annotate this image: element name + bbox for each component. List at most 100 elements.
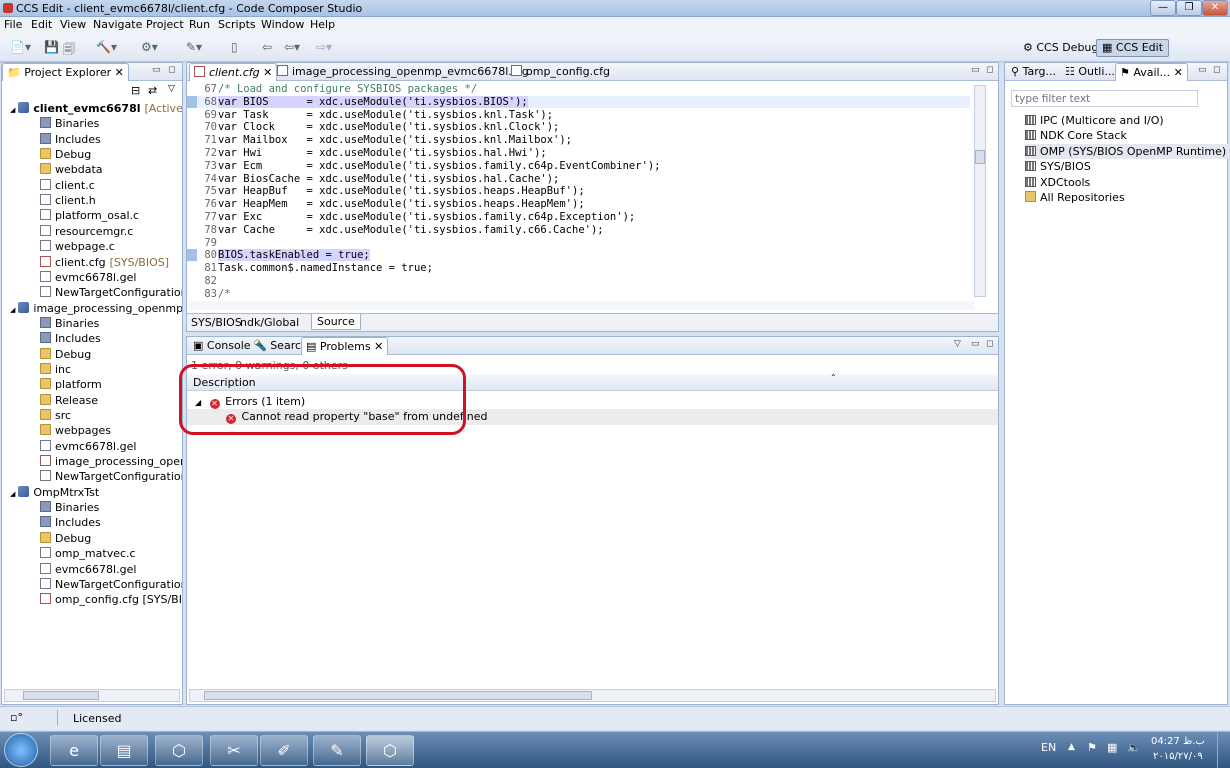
code-line[interactable]: var BiosCache = xdc.useModule('ti.sysbio… — [218, 173, 559, 185]
ccs-debug-perspective[interactable]: ⚙ CCS Debug — [1017, 39, 1104, 57]
menu-project[interactable]: Project — [146, 18, 184, 31]
tree-item[interactable]: omp_config.cfg [SYS/BIOS] — [40, 592, 182, 607]
tab-ndk-global[interactable]: ndk/Global — [240, 316, 299, 329]
minimize-button[interactable]: — — [1150, 0, 1176, 16]
tree-item[interactable]: Binaries — [40, 316, 99, 331]
menu-run[interactable]: Run — [189, 18, 210, 31]
link-editor-icon[interactable]: ⇄ — [148, 84, 157, 97]
back-icon[interactable]: ⇦ — [262, 40, 272, 54]
tree-item[interactable]: NewTargetConfiguration.cc — [40, 285, 182, 300]
menu-file[interactable]: File — [4, 18, 22, 31]
start-button[interactable] — [4, 733, 38, 767]
code-line[interactable]: /* — [218, 288, 231, 299]
code-line[interactable]: var Clock = xdc.useModule('ti.sysbios.kn… — [218, 121, 559, 133]
tab-sysbios[interactable]: SYS/BIOS — [191, 316, 242, 329]
problems-scroll-thumb[interactable] — [204, 691, 592, 700]
tree-item[interactable]: webpage.c — [40, 239, 115, 254]
maximize-problems-icon[interactable]: ◻ — [986, 339, 993, 349]
tree-item[interactable]: src — [40, 408, 71, 423]
tree-item[interactable]: inc — [40, 362, 71, 377]
maximize-products-icon[interactable]: ◻ — [1213, 65, 1220, 75]
tree-item[interactable]: Debug — [40, 347, 91, 362]
tree-item[interactable]: Includes — [40, 515, 101, 530]
pen-icon[interactable]: ✎▾ — [186, 40, 202, 54]
save-all-icon[interactable]: 🗐 — [63, 40, 75, 61]
menu-navigate[interactable]: Navigate — [93, 18, 142, 31]
editor-horizontal-scrollbar[interactable] — [189, 301, 974, 310]
tree-item[interactable]: client.cfg [SYS/BIOS] — [40, 255, 169, 270]
forward-icon[interactable]: ⇨▾ — [316, 40, 332, 54]
code-line[interactable]: var Exc = xdc.useModule('ti.sysbios.fami… — [218, 211, 635, 223]
tree-item[interactable]: webpages — [40, 423, 111, 438]
show-desktop-button[interactable] — [1217, 732, 1230, 768]
expand-triangle-icon[interactable]: ◢ — [10, 106, 15, 114]
tree-item[interactable]: client.h — [40, 193, 96, 208]
pause-icon[interactable]: ▯ — [231, 40, 238, 54]
code-line[interactable]: BIOS.taskEnabled = true; — [218, 249, 370, 262]
tab-omp-config-cfg[interactable]: omp_config.cfg — [507, 63, 614, 81]
tree-item[interactable]: evmc6678l.gel — [40, 439, 136, 454]
code-editor[interactable]: 67/* Load and configure SYSBIOS packages… — [187, 81, 998, 299]
show-hidden-icons-icon[interactable]: ▲ — [1068, 742, 1075, 752]
tree-item[interactable]: resourcemgr.c — [40, 224, 133, 239]
expand-triangle-icon[interactable]: ◢ — [10, 490, 15, 498]
tree-item[interactable]: platform — [40, 377, 102, 392]
code-line[interactable]: var Hwi = xdc.useModule('ti.sysbios.hal.… — [218, 147, 547, 159]
file-explorer-icon[interactable]: ▤ — [100, 735, 148, 766]
editor-vscroll-thumb[interactable] — [975, 150, 985, 164]
tab-project-explorer[interactable]: 📁 Project Explorer ✕ — [2, 63, 129, 81]
tree-item[interactable]: NewTargetConfiguration.cc — [40, 469, 182, 484]
tree-item[interactable]: image_processing_openmp — [40, 454, 182, 469]
minimize-products-icon[interactable]: ▭ — [1198, 65, 1207, 75]
network-icon[interactable]: ▦ — [1107, 741, 1117, 754]
tree-item[interactable]: ◢ client_evmc6678l[Active - D — [10, 101, 182, 116]
notepad-icon[interactable]: ✎ — [313, 735, 361, 766]
tree-item[interactable]: ◢ image_processing_openmp_evi — [10, 301, 182, 316]
code-line[interactable]: var Mailbox = xdc.useModule('ti.sysbios.… — [218, 134, 572, 146]
tab-source[interactable]: Source — [311, 314, 361, 330]
code-line[interactable]: var Cache = xdc.useModule('ti.sysbios.fa… — [218, 224, 604, 236]
tree-item[interactable]: evmc6678l.gel — [40, 562, 136, 577]
code-line[interactable]: var Task = xdc.useModule('ti.sysbios.knl… — [218, 109, 553, 121]
tools-icon[interactable]: ✂ — [210, 735, 258, 766]
tab-outline[interactable]: ☷ Outli... — [1061, 63, 1119, 81]
product-item[interactable]: IPC (Multicore and I/O) — [1025, 113, 1167, 128]
debug-icon[interactable]: ⚙▾ — [141, 40, 158, 54]
menu-window[interactable]: Window — [261, 18, 304, 31]
code-line[interactable]: var BIOS = xdc.useModule('ti.sysbios.BIO… — [218, 95, 528, 108]
tree-scroll-thumb[interactable] — [23, 691, 99, 700]
menu-edit[interactable]: Edit — [31, 18, 52, 31]
tab-problems[interactable]: ▤ Problems ✕ — [301, 337, 389, 355]
tab-available-products[interactable]: ⚑ Avail... ✕ — [1115, 63, 1188, 81]
maximize-button[interactable]: ❐ — [1176, 0, 1202, 16]
app-cube-icon[interactable]: ⬡ — [155, 735, 203, 766]
tree-item[interactable]: webdata — [40, 162, 103, 177]
code-line[interactable]: var HeapMem = xdc.useModule('ti.sysbios.… — [218, 198, 585, 210]
maximize-editor-icon[interactable]: ◻ — [986, 65, 993, 75]
tree-item[interactable]: omp_matvec.c — [40, 546, 136, 561]
tab-console[interactable]: ▣ Console — [189, 337, 255, 355]
new-icon[interactable]: 📄▾ — [10, 40, 31, 54]
tray-flag-icon[interactable]: ⚑ — [1087, 741, 1097, 754]
internet-explorer-icon[interactable]: e — [50, 735, 98, 766]
minimize-view-icon[interactable]: ▭ — [152, 65, 161, 75]
product-item[interactable]: OMP (SYS/BIOS OpenMP Runtime) — [1025, 143, 1230, 159]
tree-item[interactable]: Binaries — [40, 116, 99, 131]
close-button[interactable]: ✕ — [1202, 0, 1228, 16]
tree-item[interactable]: Binaries — [40, 500, 99, 515]
code-line[interactable]: var HeapBuf = xdc.useModule('ti.sysbios.… — [218, 185, 585, 197]
clock-date[interactable]: ۲۰۱۵/۲۷/۰۹ — [1153, 751, 1203, 762]
minimize-problems-icon[interactable]: ▭ — [971, 339, 980, 349]
filter-input[interactable] — [1011, 90, 1198, 107]
fast-view-icon[interactable]: ▫° — [10, 711, 23, 724]
tree-item[interactable]: evmc6678l.gel — [40, 270, 136, 285]
tab-image-processing-cfg[interactable]: image_processing_openmp_evmc6678l.cfg — [273, 63, 533, 81]
product-item[interactable]: All Repositories — [1025, 190, 1128, 205]
prev-icon[interactable]: ⇦▾ — [284, 40, 300, 54]
view-menu-icon[interactable]: ▽ — [954, 339, 961, 349]
menu-scripts[interactable]: Scripts — [218, 18, 256, 31]
code-line[interactable]: var Ecm = xdc.useModule('ti.sysbios.fami… — [218, 160, 661, 172]
paint-icon[interactable]: ✐ — [260, 735, 308, 766]
tree-item[interactable]: Includes — [40, 132, 101, 147]
expand-triangle-icon[interactable]: ◢ — [10, 306, 15, 314]
